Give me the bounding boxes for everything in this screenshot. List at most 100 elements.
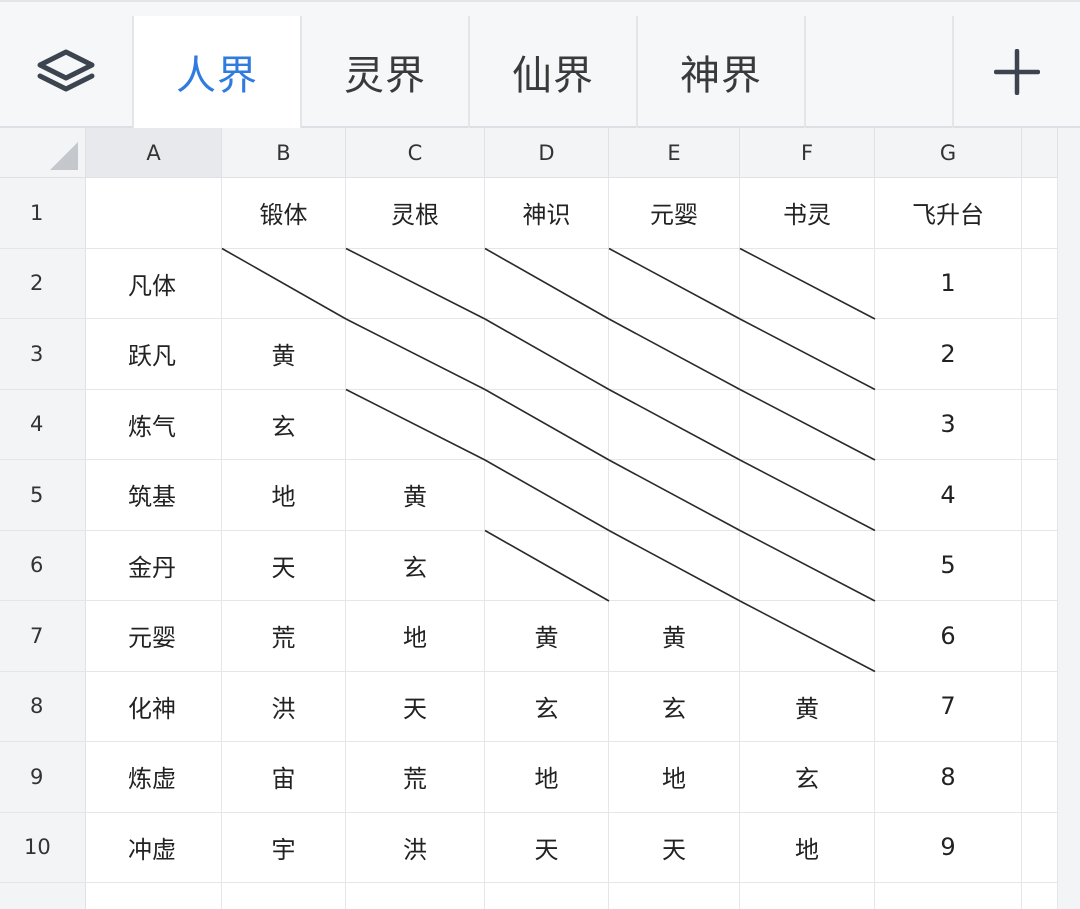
cell-b10[interactable]: 宇 [222, 812, 346, 883]
cell-b4[interactable]: 玄 [222, 389, 346, 460]
cell-e2[interactable] [609, 248, 740, 319]
column-header-a[interactable]: A [86, 128, 222, 178]
cell-c4[interactable] [346, 389, 485, 460]
row-header-8[interactable]: 8 [0, 671, 86, 742]
cell-e11[interactable] [609, 883, 740, 909]
cell-g8[interactable]: 7 [875, 671, 1022, 742]
tab-shenjie[interactable]: 神界 [638, 16, 806, 128]
spreadsheet-grid[interactable]: A B C D E F G 1 锻体 灵根 神识 元婴 书灵 飞升台 2 凡体 1 3 跃凡黄 2 4 炼气玄 3 5 筑基地黄… [0, 128, 1080, 909]
add-sheet-button[interactable] [954, 16, 1080, 128]
cell-h3[interactable] [1022, 319, 1058, 390]
cell-h4[interactable] [1022, 389, 1058, 460]
cell-f5[interactable] [740, 460, 875, 531]
tab-xianjie[interactable]: 仙界 [470, 16, 638, 128]
cell-e3[interactable] [609, 319, 740, 390]
column-header-d[interactable]: D [485, 128, 609, 178]
cell-a8[interactable]: 化神 [86, 671, 222, 742]
cell-b9[interactable]: 宙 [222, 742, 346, 813]
cell-d5[interactable] [485, 460, 609, 531]
cell-g9[interactable]: 8 [875, 742, 1022, 813]
row-header-10[interactable]: 10 [0, 812, 86, 883]
column-header-f[interactable]: F [740, 128, 875, 178]
cell-b3[interactable]: 黄 [222, 319, 346, 390]
cell-h10[interactable] [1022, 812, 1058, 883]
cell-c3[interactable] [346, 319, 485, 390]
cell-c7[interactable]: 地 [346, 601, 485, 672]
cell-a9[interactable]: 炼虚 [86, 742, 222, 813]
cell-g10[interactable]: 9 [875, 812, 1022, 883]
cell-a2[interactable]: 凡体 [86, 248, 222, 319]
cell-f1[interactable]: 书灵 [740, 178, 875, 249]
cell-a3[interactable]: 跃凡 [86, 319, 222, 390]
cell-b2[interactable] [222, 248, 346, 319]
cell-f4[interactable] [740, 389, 875, 460]
cell-d8[interactable]: 玄 [485, 671, 609, 742]
cell-a5[interactable]: 筑基 [86, 460, 222, 531]
cell-h5[interactable] [1022, 460, 1058, 531]
cell-e8[interactable]: 玄 [609, 671, 740, 742]
cell-d6[interactable] [485, 530, 609, 601]
row-header-6[interactable]: 6 [0, 530, 86, 601]
cell-a6[interactable]: 金丹 [86, 530, 222, 601]
cell-f7[interactable] [740, 601, 875, 672]
cell-a11[interactable] [86, 883, 222, 909]
cell-g1[interactable]: 飞升台 [875, 178, 1022, 249]
cell-d7[interactable]: 黄 [485, 601, 609, 672]
cell-c10[interactable]: 洪 [346, 812, 485, 883]
cell-c1[interactable]: 灵根 [346, 178, 485, 249]
row-header-5[interactable]: 5 [0, 460, 86, 531]
cell-d10[interactable]: 天 [485, 812, 609, 883]
cell-f10[interactable]: 地 [740, 812, 875, 883]
cell-e10[interactable]: 天 [609, 812, 740, 883]
cell-d1[interactable]: 神识 [485, 178, 609, 249]
cell-c6[interactable]: 玄 [346, 530, 485, 601]
cell-e9[interactable]: 地 [609, 742, 740, 813]
cell-h1[interactable] [1022, 178, 1058, 249]
cell-c5[interactable]: 黄 [346, 460, 485, 531]
cell-a7[interactable]: 元婴 [86, 601, 222, 672]
cell-c8[interactable]: 天 [346, 671, 485, 742]
row-header-7[interactable]: 7 [0, 601, 86, 672]
cell-h7[interactable] [1022, 601, 1058, 672]
select-all-corner[interactable] [0, 128, 86, 178]
cell-g4[interactable]: 3 [875, 389, 1022, 460]
column-header-g[interactable]: G [875, 128, 1022, 178]
cell-e1[interactable]: 元婴 [609, 178, 740, 249]
cell-f8[interactable]: 黄 [740, 671, 875, 742]
tab-empty[interactable] [806, 16, 954, 128]
cell-h6[interactable] [1022, 530, 1058, 601]
cell-b5[interactable]: 地 [222, 460, 346, 531]
cell-f9[interactable]: 玄 [740, 742, 875, 813]
cell-e5[interactable] [609, 460, 740, 531]
row-header-2[interactable]: 2 [0, 248, 86, 319]
cell-h2[interactable] [1022, 248, 1058, 319]
column-header-c[interactable]: C [346, 128, 485, 178]
column-header-e[interactable]: E [609, 128, 740, 178]
row-header-9[interactable]: 9 [0, 742, 86, 813]
row-header-4[interactable]: 4 [0, 389, 86, 460]
column-header-b[interactable]: B [222, 128, 346, 178]
cell-c11[interactable] [346, 883, 485, 909]
cell-e4[interactable] [609, 389, 740, 460]
cell-f6[interactable] [740, 530, 875, 601]
cell-h9[interactable] [1022, 742, 1058, 813]
cell-e6[interactable] [609, 530, 740, 601]
cell-g3[interactable]: 2 [875, 319, 1022, 390]
cell-h11[interactable] [1022, 883, 1058, 909]
cell-d4[interactable] [485, 389, 609, 460]
tab-renjie[interactable]: 人界 [134, 16, 302, 128]
cell-b1[interactable]: 锻体 [222, 178, 346, 249]
cell-f2[interactable] [740, 248, 875, 319]
tab-lingjie[interactable]: 灵界 [302, 16, 470, 128]
row-header-11[interactable]: 11 [0, 883, 86, 909]
cell-b11[interactable] [222, 883, 346, 909]
cell-g5[interactable]: 4 [875, 460, 1022, 531]
cell-f11[interactable] [740, 883, 875, 909]
cell-b6[interactable]: 天 [222, 530, 346, 601]
cell-b8[interactable]: 洪 [222, 671, 346, 742]
cell-c2[interactable] [346, 248, 485, 319]
sheet-list-button[interactable] [0, 16, 134, 128]
row-header-1[interactable]: 1 [0, 178, 86, 249]
cell-h8[interactable] [1022, 671, 1058, 742]
cell-e7[interactable]: 黄 [609, 601, 740, 672]
